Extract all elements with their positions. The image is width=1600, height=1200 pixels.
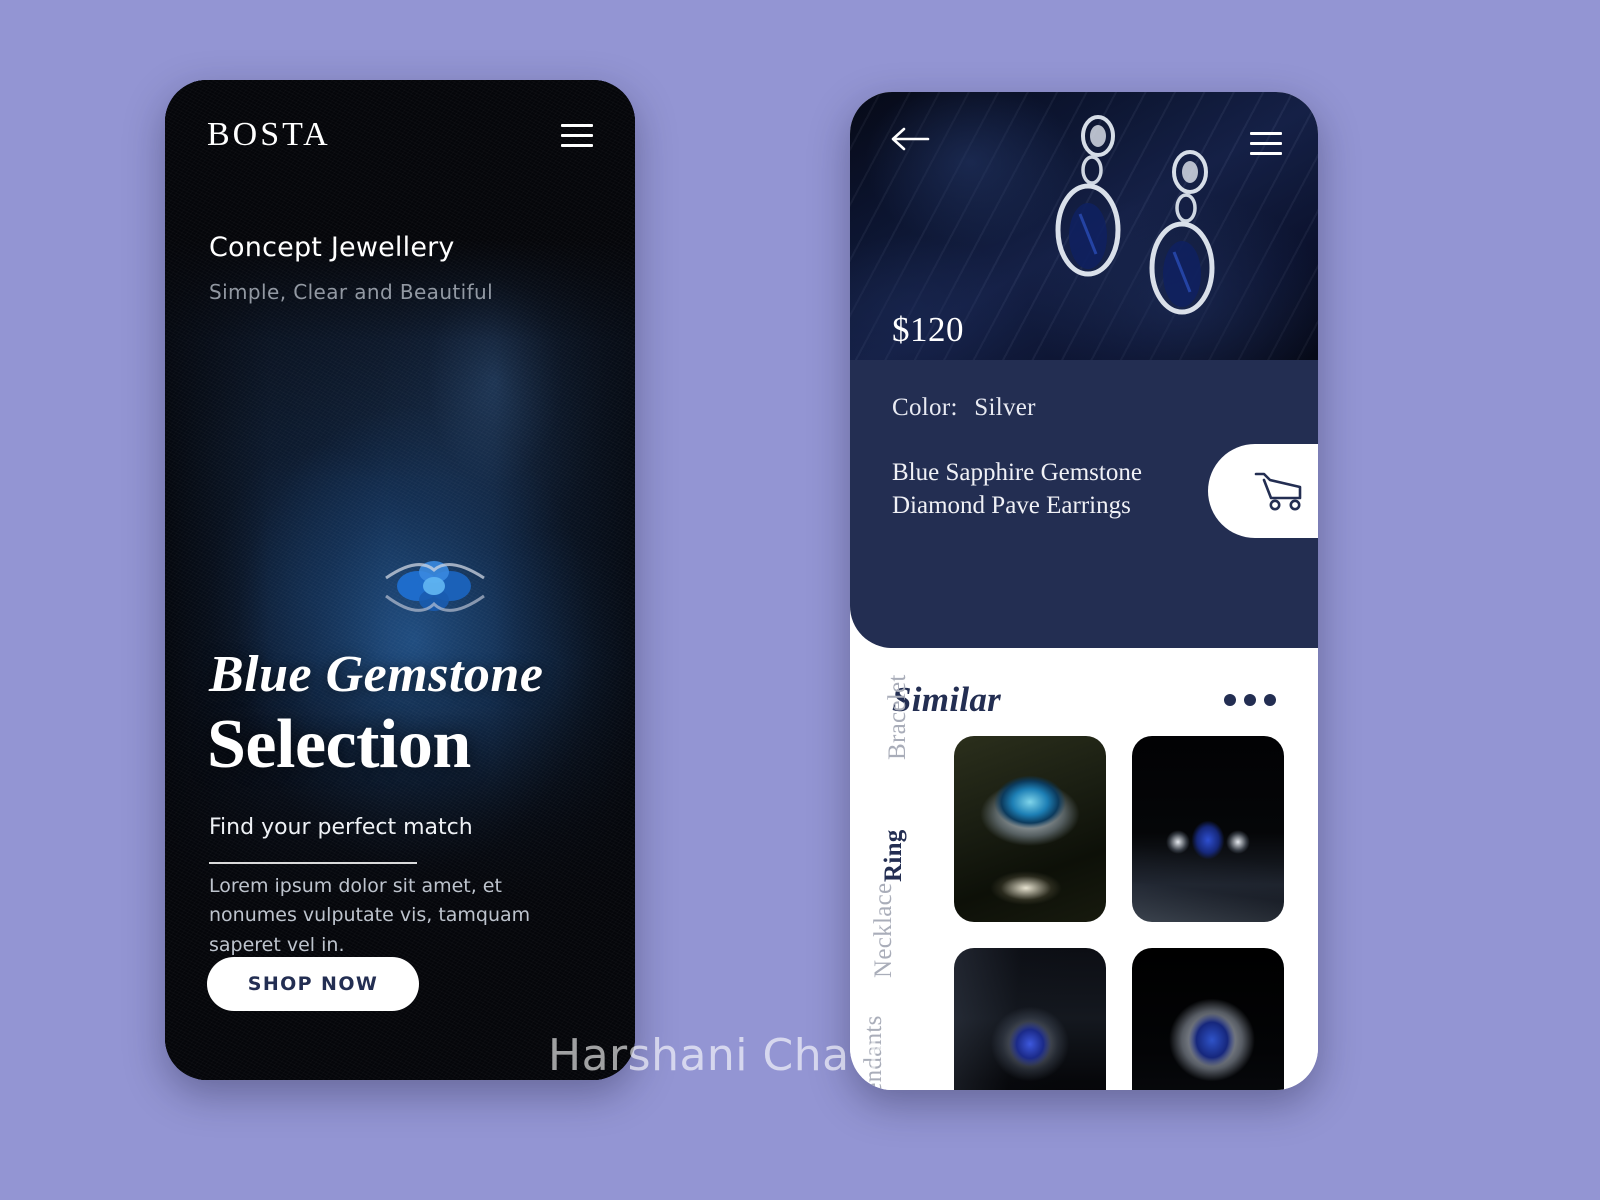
shop-now-button[interactable]: SHOP NOW: [207, 957, 419, 1011]
similar-item-sapphire-diamond-cluster-ring[interactable]: [1132, 948, 1284, 1090]
similar-item-sapphire-three-stone-ring[interactable]: [1132, 736, 1284, 922]
similar-item-blue-sapphire-halo-ring[interactable]: [954, 948, 1106, 1090]
similar-item-aquamarine-halo-ring[interactable]: [954, 736, 1106, 922]
tagline-underline: [209, 862, 417, 864]
hamburger-line: [1250, 142, 1282, 145]
dot: [1244, 694, 1256, 706]
hamburger-line: [1250, 132, 1282, 135]
category-necklace[interactable]: Necklace: [870, 883, 898, 978]
color-label: Color:: [892, 394, 958, 421]
product-price: $120: [892, 310, 964, 349]
dot: [1264, 694, 1276, 706]
category-pendants[interactable]: Pendants: [860, 1015, 888, 1090]
phone-mockup-home: BOSTA Concept Jewellery Simple, Clear an…: [165, 80, 635, 1080]
similar-grid: [954, 736, 1284, 1090]
category-bracelet[interactable]: Bracelet: [884, 674, 912, 760]
category-rail: Bracelet Ring Necklace Pendants: [860, 674, 932, 1090]
hero-content: Concept Jewellery Simple, Clear and Beau…: [165, 80, 635, 1080]
hamburger-line: [1250, 152, 1282, 155]
product-color-row: Color: Silver: [892, 394, 1036, 422]
similar-section: Similar Bracelet Ring Necklace Pendants: [850, 648, 1318, 1090]
category-ring[interactable]: Ring: [880, 829, 908, 882]
hamburger-icon[interactable]: [1250, 132, 1282, 162]
phone-mockup-product: $120 Color: Silver Blue Sapphire Gemston…: [850, 92, 1318, 1090]
concept-subtitle: Simple, Clear and Beautiful: [209, 280, 494, 304]
shopping-cart-icon: [1254, 472, 1302, 511]
similar-header: Similar: [892, 680, 1276, 720]
product-info-panel: Color: Silver Blue Sapphire Gemstone Dia…: [850, 360, 1318, 648]
add-to-cart-button[interactable]: [1208, 444, 1318, 538]
hero-paragraph: Lorem ipsum dolor sit amet, et nonumes v…: [209, 875, 531, 956]
concept-title: Concept Jewellery: [209, 232, 455, 263]
dot: [1224, 694, 1236, 706]
more-dots-icon[interactable]: [1224, 694, 1276, 706]
headline-bold: Selection: [207, 706, 471, 783]
tagline: Find your perfect match: [209, 815, 473, 840]
headline-italic: Blue Gemstone: [209, 646, 544, 703]
color-value: Silver: [974, 394, 1036, 421]
arrow-left-icon[interactable]: [890, 126, 930, 152]
product-title: Blue Sapphire Gemstone Diamond Pave Earr…: [892, 459, 1142, 519]
